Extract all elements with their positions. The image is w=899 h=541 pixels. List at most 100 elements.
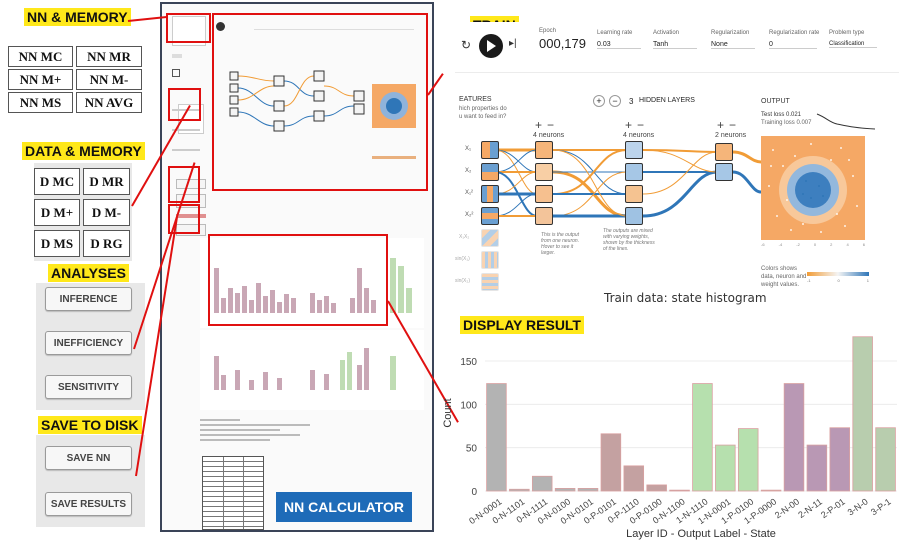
state-histogram-chart: 0501001500-N-00010-N-11010-N-11110-N-010… xyxy=(442,336,897,540)
input-sinx1-node[interactable] xyxy=(481,251,499,269)
nn-mc-button[interactable]: NN MC xyxy=(8,46,73,67)
note-output: This is the output from one neuron. Hove… xyxy=(541,232,580,256)
histogram-title: Train data: state histogram xyxy=(604,291,767,305)
histogram-bar xyxy=(760,489,782,492)
nn-m-minus-button[interactable]: NN M- xyxy=(76,69,142,90)
layer1-neuron-1[interactable] xyxy=(535,141,553,159)
mini-histogram-2 xyxy=(200,330,424,410)
d-m-minus-button[interactable]: D M- xyxy=(83,199,130,226)
feature-label-x1sq: X₁² xyxy=(465,190,474,196)
axis-tick: 4 xyxy=(846,242,849,247)
histogram-bar xyxy=(692,383,713,492)
histogram-bar xyxy=(486,383,507,492)
d-rg-button[interactable]: D RG xyxy=(83,230,130,257)
input-x2-node[interactable] xyxy=(481,163,499,181)
y-tick-label: 50 xyxy=(466,444,478,455)
x-tick-label: 2-N-11 xyxy=(796,496,824,520)
nn-calculator-label: NN CALCULATOR xyxy=(276,492,412,522)
feature-label-x2sq: X₂² xyxy=(465,212,474,218)
input-x1sq-node[interactable] xyxy=(481,185,499,203)
inefficiency-button[interactable]: INEFFICIENCY xyxy=(45,331,132,355)
feature-label-sinx1: sin(X₁) xyxy=(455,256,470,262)
colors-note-1: Colors shows xyxy=(761,266,798,272)
colorbar xyxy=(807,272,869,276)
axis-ticks: -6 -4 -2 0 2 4 6 xyxy=(761,242,865,247)
y-tick-label: 100 xyxy=(460,400,477,411)
analyses-label: ANALYSES xyxy=(48,264,129,282)
axis-tick: 0 xyxy=(813,242,817,247)
layer2-neuron-2[interactable] xyxy=(625,163,643,181)
inference-button[interactable]: INFERENCE xyxy=(45,287,132,311)
input-sinx2-node[interactable] xyxy=(481,273,499,291)
output-heatmap xyxy=(761,136,865,240)
axis-tick: -6 xyxy=(761,242,765,247)
histogram-bar xyxy=(509,488,530,492)
y-tick-label: 0 xyxy=(471,487,477,498)
y-axis-label: Count xyxy=(442,398,454,427)
highlight-train xyxy=(212,13,428,191)
feature-label-x2: X₂ xyxy=(465,168,472,174)
x-tick-label: 2-N-00 xyxy=(773,496,801,520)
mini-table xyxy=(202,456,264,530)
nn-avg-button[interactable]: NN AVG xyxy=(76,92,142,113)
d-m-plus-button[interactable]: D M+ xyxy=(34,199,80,226)
x-tick-label: 3-N-0 xyxy=(846,496,870,517)
layer3-neuron-2[interactable] xyxy=(715,163,733,181)
input-x1-node[interactable] xyxy=(481,141,499,159)
histogram-bar xyxy=(829,427,851,492)
highlight-nn-memory xyxy=(166,13,211,43)
train-panel: ↻ ▸| Epoch 000,179 Learning rate 0.03 Ac… xyxy=(455,22,899,291)
axis-tick: 6 xyxy=(862,242,865,247)
layer3-neuron-1[interactable] xyxy=(715,143,733,161)
d-ms-button[interactable]: D MS xyxy=(34,230,80,257)
nn-m-plus-button[interactable]: NN M+ xyxy=(8,69,73,90)
input-x1x2-node[interactable] xyxy=(481,229,499,247)
feature-label-x1: X₁ xyxy=(465,146,472,152)
histogram-bar xyxy=(737,428,759,492)
nn-ms-button[interactable]: NN MS xyxy=(8,92,73,113)
histogram-bar xyxy=(806,444,828,492)
layer1-neuron-3[interactable] xyxy=(535,185,553,203)
histogram-bar xyxy=(783,383,805,492)
histogram-bar xyxy=(577,487,599,492)
feature-label-sinx2: sin(X₂) xyxy=(455,278,470,284)
layer1-neuron-4[interactable] xyxy=(535,207,553,225)
histogram-bar xyxy=(623,465,645,492)
save-results-button[interactable]: SAVE RESULTS xyxy=(45,492,132,516)
d-mr-button[interactable]: D MR xyxy=(83,168,130,195)
colorbar-tick: -1 xyxy=(807,278,811,283)
test-loss: Test loss 0.021 xyxy=(761,112,802,118)
layer2-neuron-4[interactable] xyxy=(625,207,643,225)
layer2-neuron-3[interactable] xyxy=(625,185,643,203)
mini-text-block xyxy=(200,416,320,452)
training-loss: Training loss 0.007 xyxy=(761,120,812,126)
axis-tick: 2 xyxy=(830,242,833,247)
histogram-bar xyxy=(600,433,622,492)
x-tick-label: 3-P-1 xyxy=(869,496,893,517)
x-axis-label: Layer ID - Output Label - State xyxy=(626,528,776,540)
axis-tick: -2 xyxy=(796,242,800,247)
histogram-bar xyxy=(669,489,690,492)
save-nn-button[interactable]: SAVE NN xyxy=(45,446,132,470)
data-memory-label: DATA & MEMORY xyxy=(22,142,145,160)
colorbar-ticks: -1 0 1 xyxy=(807,278,869,283)
colorbar-tick: 1 xyxy=(866,278,869,283)
axis-tick: -4 xyxy=(778,242,783,247)
feature-label-x1x2: X₁X₂ xyxy=(459,234,470,240)
d-mc-button[interactable]: D MC xyxy=(34,168,80,195)
sensitivity-button[interactable]: SENSITIVITY xyxy=(45,375,132,399)
layer1-neuron-2[interactable] xyxy=(535,163,553,181)
save-to-disk-label: SAVE TO DISK xyxy=(38,416,142,434)
colors-note-2: data, neuron and xyxy=(761,274,807,280)
histogram-bar xyxy=(715,444,736,492)
output-title: OUTPUT xyxy=(761,98,790,105)
note-weights: The outputs are mixed with varying weigh… xyxy=(603,228,655,252)
nn-memory-label: NN & MEMORY xyxy=(24,8,131,26)
histogram-bar xyxy=(646,484,667,492)
input-x2sq-node[interactable] xyxy=(481,207,499,225)
nn-mr-button[interactable]: NN MR xyxy=(76,46,142,67)
histogram-bar xyxy=(875,427,896,492)
layer2-neuron-1[interactable] xyxy=(625,141,643,159)
highlight-display xyxy=(208,234,388,326)
histogram-bar xyxy=(531,475,553,492)
